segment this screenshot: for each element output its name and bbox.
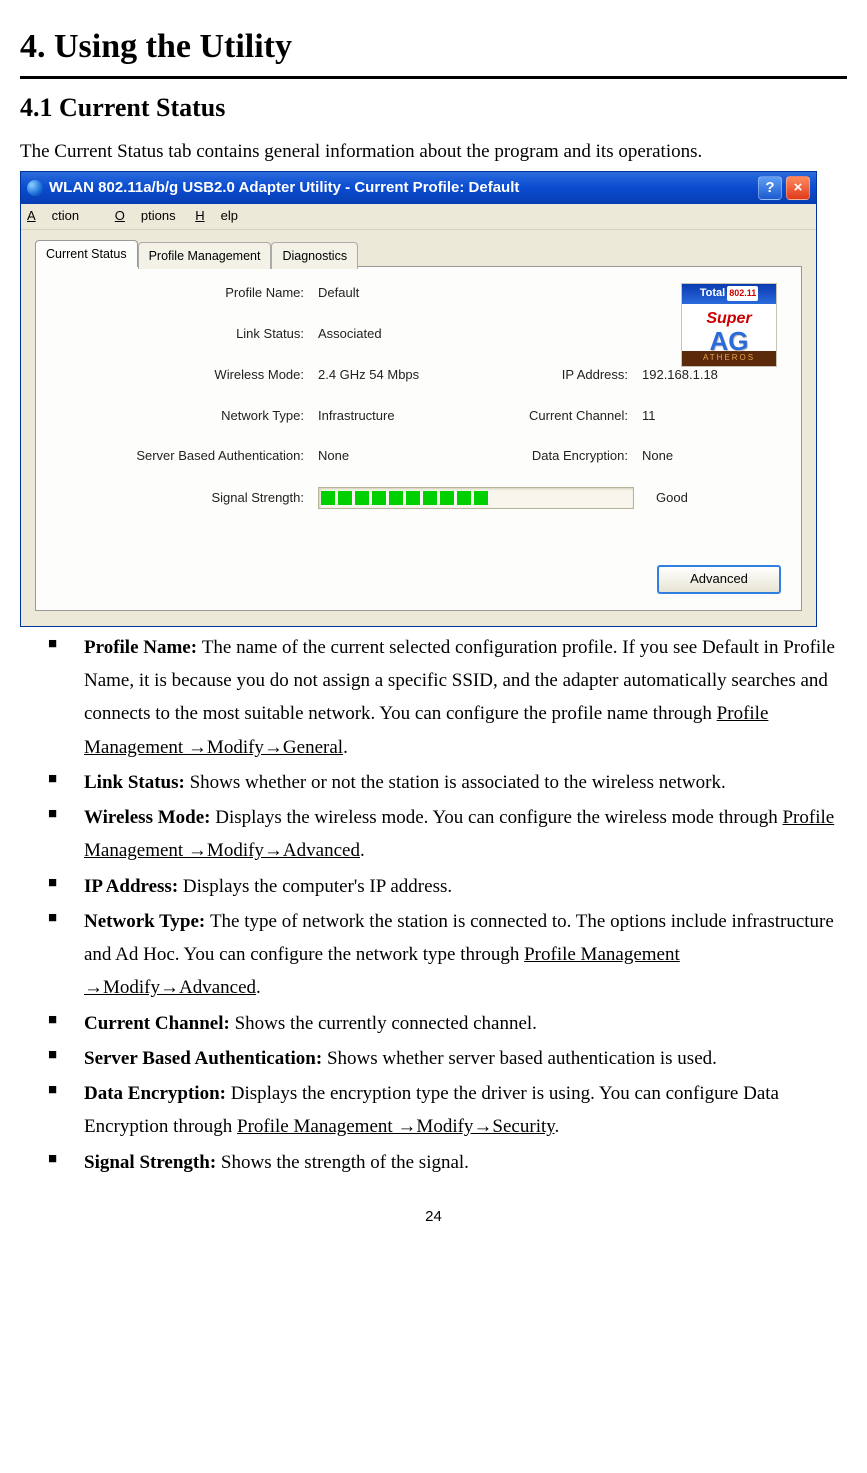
- heading-1: 4. Using the Utility: [20, 20, 847, 79]
- value-ip-address: 192.168.1.18: [642, 365, 762, 386]
- bullet-link-status: Link Status: Shows whether or not the st…: [48, 766, 847, 799]
- label-server-auth: Server Based Authentication:: [56, 446, 318, 467]
- bullet-signal-strength: Signal Strength: Shows the strength of t…: [48, 1146, 847, 1179]
- value-profile-name: Default: [318, 283, 498, 304]
- value-signal-strength: Good: [656, 488, 776, 509]
- menu-options[interactable]: Options: [115, 208, 176, 223]
- titlebar: WLAN 802.11a/b/g USB2.0 Adapter Utility …: [21, 172, 816, 204]
- link-profile-security: Profile Management →Modify→Security: [237, 1116, 554, 1137]
- atheros-logo: Total802.11 Super AG ATHEROS: [681, 283, 777, 367]
- tabs: Current Status Profile Management Diagno…: [35, 240, 802, 267]
- client-area: Current Status Profile Management Diagno…: [21, 230, 816, 626]
- bullet-server-auth: Server Based Authentication: Shows wheth…: [48, 1042, 847, 1075]
- value-server-auth: None: [318, 446, 498, 467]
- app-icon: [27, 180, 43, 196]
- signal-strength-bar: [318, 487, 634, 509]
- window-title: WLAN 802.11a/b/g USB2.0 Adapter Utility …: [49, 176, 519, 200]
- menu-help[interactable]: Help: [195, 208, 238, 223]
- tab-diagnostics[interactable]: Diagnostics: [271, 242, 358, 269]
- value-current-channel: 11: [642, 406, 762, 427]
- value-wireless-mode: 2.4 GHz 54 Mbps: [318, 365, 498, 386]
- value-data-encryption: None: [642, 446, 762, 467]
- heading-2: 4.1 Current Status: [20, 87, 847, 129]
- menu-action[interactable]: Action: [27, 208, 95, 223]
- tab-current-status[interactable]: Current Status: [35, 240, 138, 267]
- label-network-type: Network Type:: [56, 406, 318, 427]
- bullet-list: Profile Name: The name of the current se…: [20, 631, 847, 1179]
- bullet-data-encryption: Data Encryption: Displays the encryption…: [48, 1077, 847, 1144]
- help-button[interactable]: ?: [758, 176, 782, 200]
- advanced-button[interactable]: Advanced: [657, 565, 781, 594]
- label-ip-address: IP Address:: [498, 365, 642, 386]
- label-signal-strength: Signal Strength:: [56, 488, 318, 509]
- label-current-channel: Current Channel:: [498, 406, 642, 427]
- utility-window: WLAN 802.11a/b/g USB2.0 Adapter Utility …: [20, 171, 817, 627]
- bullet-network-type: Network Type: The type of network the st…: [48, 905, 847, 1005]
- page-number: 24: [20, 1205, 847, 1229]
- bullet-ip-address: IP Address: Displays the computer's IP a…: [48, 870, 847, 903]
- value-link-status: Associated: [318, 324, 498, 345]
- bullet-profile-name: Profile Name: The name of the current se…: [48, 631, 847, 764]
- label-wireless-mode: Wireless Mode:: [56, 365, 318, 386]
- bullet-wireless-mode: Wireless Mode: Displays the wireless mod…: [48, 801, 847, 868]
- tab-pane: Total802.11 Super AG ATHEROS Profile Nam…: [35, 266, 802, 611]
- tab-profile-management[interactable]: Profile Management: [138, 242, 272, 269]
- bullet-current-channel: Current Channel: Shows the currently con…: [48, 1007, 847, 1040]
- value-network-type: Infrastructure: [318, 406, 498, 427]
- intro-text: The Current Status tab contains general …: [20, 137, 847, 167]
- label-data-encryption: Data Encryption:: [498, 446, 642, 467]
- label-profile-name: Profile Name:: [56, 283, 318, 304]
- label-link-status: Link Status:: [56, 324, 318, 345]
- close-button[interactable]: ×: [786, 176, 810, 200]
- menubar: Action Options Help: [21, 204, 816, 230]
